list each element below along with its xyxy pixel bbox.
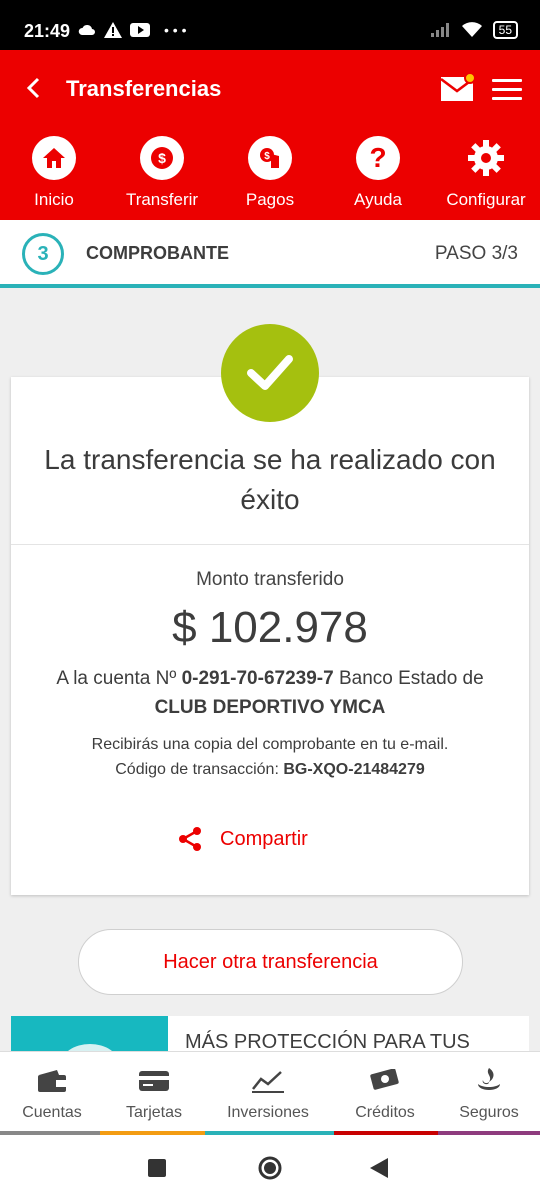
tab-cuentas[interactable]: Cuentas — [0, 1066, 106, 1122]
beneficiary-name: CLUB DEPORTIVO YMCA — [154, 697, 386, 718]
amount-label: Monto transferido — [196, 569, 344, 590]
recents-icon[interactable] — [148, 1159, 166, 1177]
wallet-icon — [0, 1066, 106, 1096]
step-label: COMPROBANTE — [86, 243, 229, 263]
quick-inicio-label: Inicio — [34, 190, 74, 209]
quick-pagos-label: Pagos — [245, 190, 295, 209]
system-nav-bar — [0, 1135, 540, 1200]
wifi-icon — [461, 22, 482, 37]
transaction-code: BG-XQO-21484279 — [283, 761, 425, 778]
page-title: Transferencias — [66, 76, 222, 101]
quick-transferir[interactable]: $ Transferir — [112, 136, 212, 210]
svg-text:$: $ — [264, 151, 270, 162]
youtube-icon — [130, 23, 150, 37]
help-icon: ? — [356, 136, 400, 180]
tab-tarjetas-label: Tarjetas — [125, 1104, 183, 1121]
svg-text:$: $ — [158, 150, 166, 166]
quick-configurar-label: Configurar — [446, 190, 526, 209]
gear-icon — [464, 136, 508, 180]
signal-icon — [430, 23, 449, 37]
santander-flame-icon — [435, 1066, 540, 1096]
account-info: A la cuenta Nº 0-291-70-67239-7 Banco Es… — [11, 664, 529, 722]
tab-inversiones[interactable]: Inversiones — [214, 1066, 322, 1122]
home-icon — [32, 136, 76, 180]
step-count: PASO 3/3 — [434, 243, 518, 264]
status-time: 21:49 — [24, 21, 71, 41]
cloud-icon — [78, 24, 95, 35]
dollar-icon: $ — [140, 136, 184, 180]
quick-inicio[interactable]: Inicio — [4, 136, 104, 210]
tab-creditos-label: Créditos — [355, 1104, 415, 1121]
warning-icon — [104, 22, 122, 38]
share-button[interactable]: Compartir — [178, 826, 308, 852]
card-icon — [100, 1066, 208, 1096]
battery-icon: 55 — [492, 21, 518, 39]
tab-cuentas-label: Cuentas — [22, 1104, 82, 1121]
promo-banner[interactable]: MÁS PROTECCIÓN PARA TUS — [11, 1016, 529, 1056]
divider — [11, 544, 529, 545]
quick-pagos[interactable]: $ Pagos — [220, 136, 320, 210]
copy-notice-text: Recibirás una copia del comprobante en t… — [91, 736, 449, 753]
another-transfer-button[interactable]: Hacer otra transferencia — [78, 929, 463, 995]
transaction-label: Código de transacción: — [115, 761, 279, 778]
quick-transferir-label: Transferir — [125, 190, 199, 209]
success-message: La transferencia se ha realizado con éxi… — [44, 444, 496, 515]
amount-value: $ 102.978 — [172, 603, 368, 652]
hamburger-menu-icon[interactable] — [492, 79, 522, 101]
chart-line-icon — [214, 1066, 322, 1096]
share-icon — [179, 827, 201, 851]
account-number: 0-291-70-67239-7 — [181, 668, 334, 689]
app-header: Transferencias Inicio $ Transferir $ Pag… — [0, 50, 540, 220]
quick-ayuda-label: Ayuda — [354, 190, 402, 209]
back-nav-icon[interactable] — [370, 1158, 388, 1178]
step-bar: 3 COMPROBANTE PASO 3/3 — [0, 220, 540, 288]
bank-name: Banco Estado de — [338, 668, 484, 689]
success-check-icon — [221, 324, 319, 422]
tab-tarjetas[interactable]: Tarjetas — [100, 1066, 208, 1122]
back-icon[interactable] — [24, 75, 44, 101]
quick-configurar[interactable]: Configurar — [436, 136, 536, 210]
status-bar: 21:49 • • • 55 — [0, 0, 540, 50]
home-nav-icon[interactable] — [258, 1156, 282, 1180]
money-icon — [331, 1066, 439, 1096]
notification-dot — [464, 72, 476, 84]
tab-seguros[interactable]: Seguros — [435, 1066, 540, 1122]
step-number: 3 — [22, 233, 64, 275]
quick-ayuda[interactable]: ? Ayuda — [328, 136, 428, 210]
tab-seguros-label: Seguros — [459, 1104, 519, 1121]
copy-notice: Recibirás una copia del comprobante en t… — [11, 732, 529, 782]
payment-hand-icon: $ — [248, 136, 292, 180]
tab-inversiones-label: Inversiones — [227, 1104, 309, 1121]
share-label: Compartir — [220, 827, 308, 850]
more-notifications-icon: • • • — [164, 22, 187, 38]
bottom-tab-bar: Cuentas Tarjetas Inversiones Créditos Se… — [0, 1051, 540, 1135]
tab-creditos[interactable]: Créditos — [331, 1066, 439, 1122]
account-prefix: A la cuenta Nº — [56, 668, 177, 689]
